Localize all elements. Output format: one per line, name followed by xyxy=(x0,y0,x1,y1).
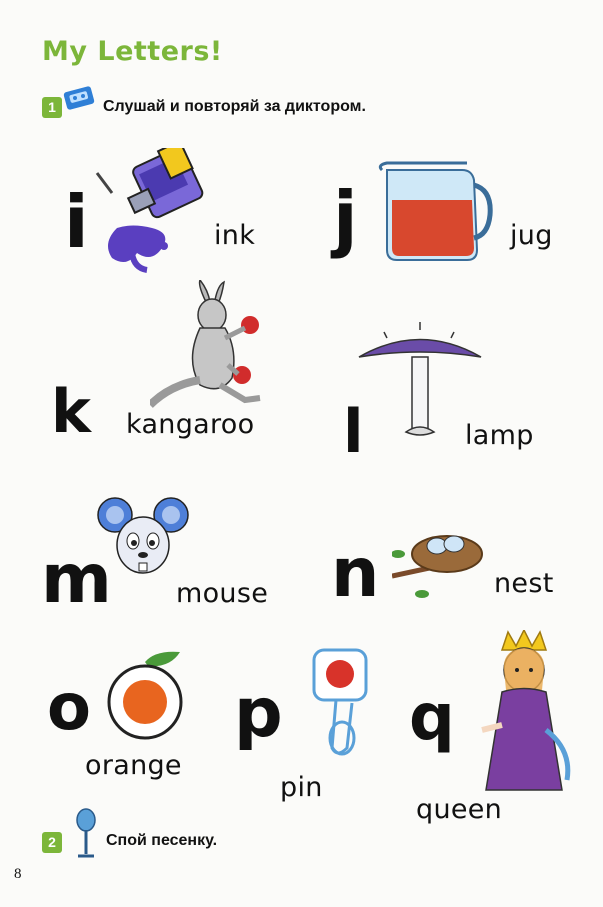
ink-bottle-illustration xyxy=(95,148,204,273)
queen-illustration xyxy=(481,630,571,791)
word-lamp: lamp xyxy=(465,420,534,451)
orange-illustration xyxy=(107,651,183,740)
exercise-instruction: Слушай и повторяй за диктором. xyxy=(103,98,366,115)
letter-p: p xyxy=(234,674,283,753)
exercise-number-badge: 2 xyxy=(42,832,62,853)
page-title: My Letters! xyxy=(42,36,223,67)
exercise-instruction: Спой песенку. xyxy=(106,832,218,849)
letter-i: i xyxy=(64,180,89,264)
kangaroo-illustration xyxy=(150,280,261,408)
letter-k: k xyxy=(51,377,91,447)
word-kangaroo: kangaroo xyxy=(126,409,255,440)
word-queen: queen xyxy=(416,794,503,825)
exercise-number-badge: 1 xyxy=(42,97,62,118)
nest-illustration xyxy=(392,535,483,598)
letter-j: j xyxy=(333,176,358,260)
microphone-icon[interactable] xyxy=(74,808,98,860)
audio-cassette-icon[interactable] xyxy=(62,85,96,111)
letter-n: n xyxy=(331,534,380,613)
word-jug: jug xyxy=(510,220,553,251)
word-pin: pin xyxy=(280,772,323,803)
pin-illustration xyxy=(312,648,368,756)
letter-q: q xyxy=(409,681,455,755)
word-orange: orange xyxy=(85,750,182,781)
word-mouse: mouse xyxy=(176,578,269,609)
mouse-illustration xyxy=(97,497,189,574)
jug-illustration xyxy=(378,161,493,261)
word-ink: ink xyxy=(214,220,256,251)
page-number: 8 xyxy=(14,866,22,882)
letter-o: o xyxy=(47,671,91,745)
word-nest: nest xyxy=(494,568,554,599)
